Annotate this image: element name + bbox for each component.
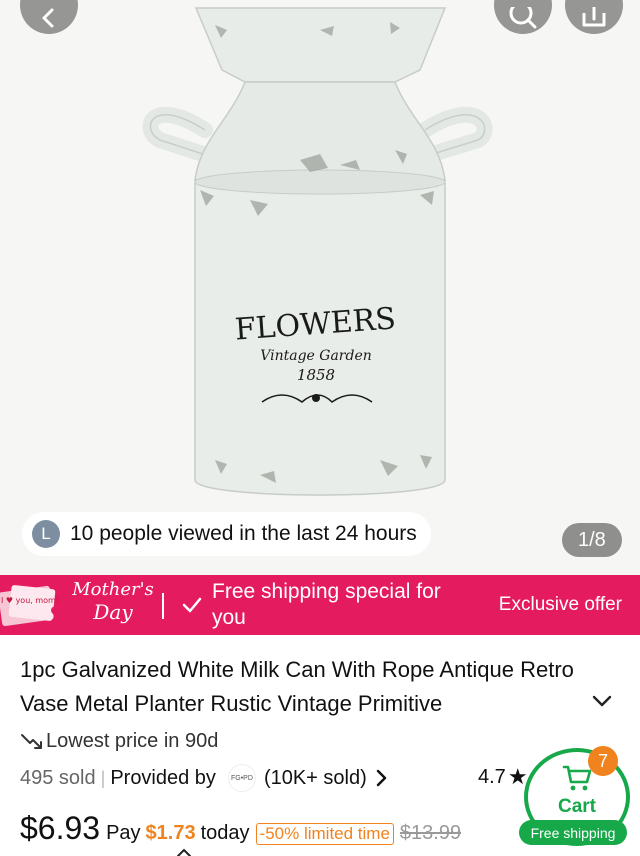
pay-label: Pay (106, 822, 141, 844)
chevron-down-icon[interactable] (592, 694, 612, 708)
product-image-gallery[interactable]: FLOWERS Vintage Garden 1858 L 10 people … (0, 0, 640, 575)
greeting-card-icon: I ♥ you, mom! (0, 585, 64, 627)
recent-views-badge: L 10 people viewed in the last 24 hours (22, 512, 431, 556)
rating-value: 4.7 (478, 765, 506, 788)
share-icon (582, 7, 606, 27)
cart-label: Cart (557, 796, 596, 817)
promo-banner[interactable]: I ♥ you, mom! Mother's Day Free shipping… (0, 575, 640, 635)
lowest-price-indicator: Lowest price in 90d (20, 730, 218, 753)
pay-today-amount: $1.73 (145, 822, 196, 844)
cart-icon (562, 765, 592, 791)
avatar: L (32, 520, 60, 548)
cart-count-badge: 7 (588, 746, 618, 776)
original-price: $13.99 (399, 822, 462, 844)
separator: | (100, 767, 106, 788)
search-icon (509, 7, 537, 29)
exclusive-offer-label: Exclusive offer (498, 594, 622, 615)
can-print-year: 1858 (297, 366, 335, 384)
recent-views-text: 10 people viewed in the last 24 hours (70, 522, 417, 545)
trend-down-icon (21, 733, 42, 749)
product-rating[interactable]: 4.7 ★ (478, 764, 528, 790)
sold-and-store-row: 495 sold | Provided by FG•PD (10K+ sold) (20, 764, 387, 792)
milk-can-image: FLOWERS Vintage Garden 1858 (142, 7, 493, 496)
can-print-vintage-garden: Vintage Garden (260, 348, 372, 364)
chevron-up-icon (177, 848, 191, 856)
discount-badge: -50% limited time (255, 823, 394, 845)
free-shipping-promo-text: Free shipping special for you (212, 580, 441, 629)
current-price: $6.93 (20, 810, 101, 846)
store-logo[interactable]: FG•PD (227, 764, 256, 792)
sold-count: 495 sold (20, 766, 96, 789)
provided-by-label: Provided by (110, 766, 216, 789)
free-shipping-badge: Free shipping (519, 820, 627, 845)
today-label: today (200, 822, 250, 844)
greeting-card-text: I ♥ you, mom! (1, 596, 59, 605)
chevron-left-icon (42, 8, 54, 28)
promo-divider (162, 593, 164, 619)
price-row: $6.93 Pay $1.73 today -50% limited time … (20, 810, 461, 847)
product-title: 1pc Galvanized White Milk Can With Rope … (20, 657, 574, 716)
mothers-day-logo: Mother's Day (72, 579, 154, 624)
store-sold-count[interactable]: (10K+ sold) (264, 767, 367, 790)
chevron-right-icon[interactable] (375, 769, 387, 787)
checkmark-icon (182, 597, 202, 613)
image-counter: 1/8 (562, 523, 622, 557)
lowest-price-text: Lowest price in 90d (46, 730, 219, 752)
